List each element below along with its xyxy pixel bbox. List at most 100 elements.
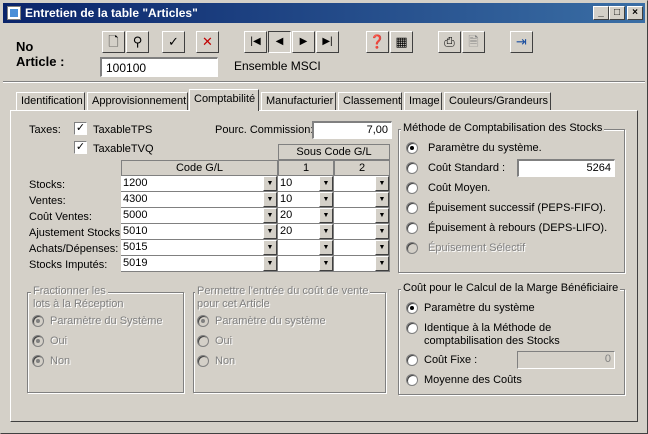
- marge-radio-moyenne[interactable]: [406, 374, 418, 386]
- code-gl-ajustement[interactable]: 5010 ▼: [121, 224, 278, 240]
- search-binoculars-icon[interactable]: ⚲: [126, 31, 149, 53]
- maximize-icon[interactable]: □: [609, 6, 625, 20]
- fractionner-label-systeme: Paramètre du Système: [50, 315, 163, 327]
- cout-standard-field[interactable]: 5264: [517, 159, 615, 177]
- print-icon[interactable]: ⎙: [438, 31, 461, 53]
- marge-radio-identique[interactable]: [406, 322, 418, 334]
- sous1-ajustement-value: 20: [280, 225, 293, 237]
- tab-image[interactable]: Image: [404, 92, 442, 110]
- cancel-x-icon[interactable]: ✕: [196, 31, 219, 53]
- window-title: Entretien de la table "Articles": [25, 6, 198, 20]
- chevron-down-icon[interactable]: ▼: [263, 224, 277, 239]
- chevron-down-icon[interactable]: ▼: [263, 192, 277, 207]
- sous1-ventes-value: 10: [280, 193, 293, 205]
- tvq-label: TaxableTVQ: [93, 143, 154, 155]
- code-gl-achats-value: 5015: [123, 241, 148, 253]
- marge-radio-systeme[interactable]: [406, 302, 418, 314]
- chevron-down-icon[interactable]: ▼: [263, 176, 277, 191]
- previous-record-icon[interactable]: ◀: [268, 31, 291, 53]
- article-number-field[interactable]: 100100: [100, 57, 218, 77]
- chevron-down-icon[interactable]: ▼: [319, 208, 333, 223]
- print-preview-icon[interactable]: 🗎: [462, 31, 485, 53]
- permettre-radio-systeme[interactable]: [197, 315, 209, 327]
- sous2-cout-ventes[interactable]: ▼: [334, 208, 390, 224]
- sous1-stocks-imputes[interactable]: ▼: [278, 256, 334, 272]
- chevron-down-icon[interactable]: ▼: [319, 240, 333, 255]
- fractionner-radio-oui[interactable]: [32, 335, 44, 347]
- help-globe-icon[interactable]: ❓: [366, 31, 389, 53]
- sous2-ajustement[interactable]: ▼: [334, 224, 390, 240]
- marge-radio-fixe[interactable]: [406, 354, 418, 366]
- code-gl-cout-ventes[interactable]: 5000 ▼: [121, 208, 278, 224]
- commission-field[interactable]: 7,00: [312, 121, 392, 139]
- chevron-down-icon[interactable]: ▼: [263, 208, 277, 223]
- minimize-icon[interactable]: _: [593, 6, 609, 20]
- sous2-ventes[interactable]: ▼: [334, 192, 390, 208]
- exit-door-icon[interactable]: ⇥: [510, 31, 533, 53]
- sous2-stocks[interactable]: ▼: [334, 176, 390, 192]
- next-record-icon[interactable]: ▶: [292, 31, 315, 53]
- sous1-ajustement[interactable]: 20 ▼: [278, 224, 334, 240]
- permettre-radio-oui[interactable]: [197, 335, 209, 347]
- tps-checkbox[interactable]: ✓: [74, 122, 87, 135]
- methode-radio-systeme[interactable]: [406, 142, 418, 154]
- code-gl-stocks-imputes[interactable]: 5019 ▼: [121, 256, 278, 272]
- tab-identification[interactable]: Identification: [16, 92, 85, 110]
- row-label-stocks: Stocks:: [29, 179, 66, 191]
- chevron-down-icon[interactable]: ▼: [375, 192, 389, 207]
- code-gl-achats[interactable]: 5015 ▼: [121, 240, 278, 256]
- confirm-check-icon[interactable]: ✓: [162, 31, 185, 53]
- tab-manufacturier[interactable]: Manufacturier: [261, 92, 336, 110]
- new-document-icon[interactable]: 🗋: [102, 31, 125, 53]
- sous1-achats[interactable]: ▼: [278, 240, 334, 256]
- sous2-achats[interactable]: ▼: [334, 240, 390, 256]
- title-bar: Entretien de la table "Articles" _ □ ×: [3, 3, 645, 23]
- fractionner-radio-systeme[interactable]: [32, 315, 44, 327]
- sous1-ventes[interactable]: 10 ▼: [278, 192, 334, 208]
- calculator-icon[interactable]: ▦: [390, 31, 413, 53]
- tab-classement[interactable]: Classement: [338, 92, 402, 110]
- sous1-stocks[interactable]: 10 ▼: [278, 176, 334, 192]
- permettre-label-oui: Oui: [215, 335, 233, 347]
- tab-couleurs-grandeurs[interactable]: Couleurs/Grandeurs: [444, 92, 551, 110]
- code-gl-ventes-value: 4300: [123, 193, 148, 205]
- sous-code-header: Sous Code G/L: [278, 144, 390, 160]
- tab-approvisionnement[interactable]: Approvisionnement: [87, 92, 188, 110]
- chevron-down-icon[interactable]: ▼: [375, 224, 389, 239]
- cout-fixe-field[interactable]: 0: [517, 351, 615, 369]
- row-label-stocks-imputes: Stocks Imputés:: [29, 259, 108, 271]
- methode-label-moyen: Coût Moyen.: [428, 182, 491, 194]
- fractionner-radio-non[interactable]: [32, 355, 44, 367]
- header-separator: [3, 81, 645, 83]
- close-icon[interactable]: ×: [627, 6, 643, 20]
- chevron-down-icon[interactable]: ▼: [375, 256, 389, 271]
- last-record-icon[interactable]: ▶|: [316, 31, 339, 53]
- methode-radio-moyen[interactable]: [406, 182, 418, 194]
- methode-radio-standard[interactable]: [406, 162, 418, 174]
- methode-radio-selectif[interactable]: [406, 242, 418, 254]
- tab-comptabilite[interactable]: Comptabilité: [189, 89, 259, 111]
- methode-radio-fifo[interactable]: [406, 202, 418, 214]
- permettre-title: Permettre l'entrée du coût de vente: [195, 285, 371, 297]
- code-gl-stocks[interactable]: 1200 ▼: [121, 176, 278, 192]
- sous1-cout-ventes[interactable]: 20 ▼: [278, 208, 334, 224]
- methode-radio-lifo[interactable]: [406, 222, 418, 234]
- chevron-down-icon[interactable]: ▼: [319, 192, 333, 207]
- chevron-down-icon[interactable]: ▼: [319, 224, 333, 239]
- chevron-down-icon[interactable]: ▼: [375, 240, 389, 255]
- marge-label-moyenne: Moyenne des Coûts: [424, 374, 522, 386]
- chevron-down-icon[interactable]: ▼: [263, 240, 277, 255]
- chevron-down-icon[interactable]: ▼: [375, 176, 389, 191]
- chevron-down-icon[interactable]: ▼: [263, 256, 277, 271]
- sous2-stocks-imputes[interactable]: ▼: [334, 256, 390, 272]
- methode-label-systeme: Paramètre du système.: [428, 142, 542, 154]
- chevron-down-icon[interactable]: ▼: [319, 256, 333, 271]
- code-gl-stocks-imputes-value: 5019: [123, 257, 148, 269]
- first-record-icon[interactable]: |◀: [244, 31, 267, 53]
- permettre-radio-non[interactable]: [197, 355, 209, 367]
- chevron-down-icon[interactable]: ▼: [319, 176, 333, 191]
- tvq-checkbox[interactable]: ✓: [74, 141, 87, 154]
- fractionner-title: Fractionner les: [31, 285, 108, 297]
- code-gl-ventes[interactable]: 4300 ▼: [121, 192, 278, 208]
- chevron-down-icon[interactable]: ▼: [375, 208, 389, 223]
